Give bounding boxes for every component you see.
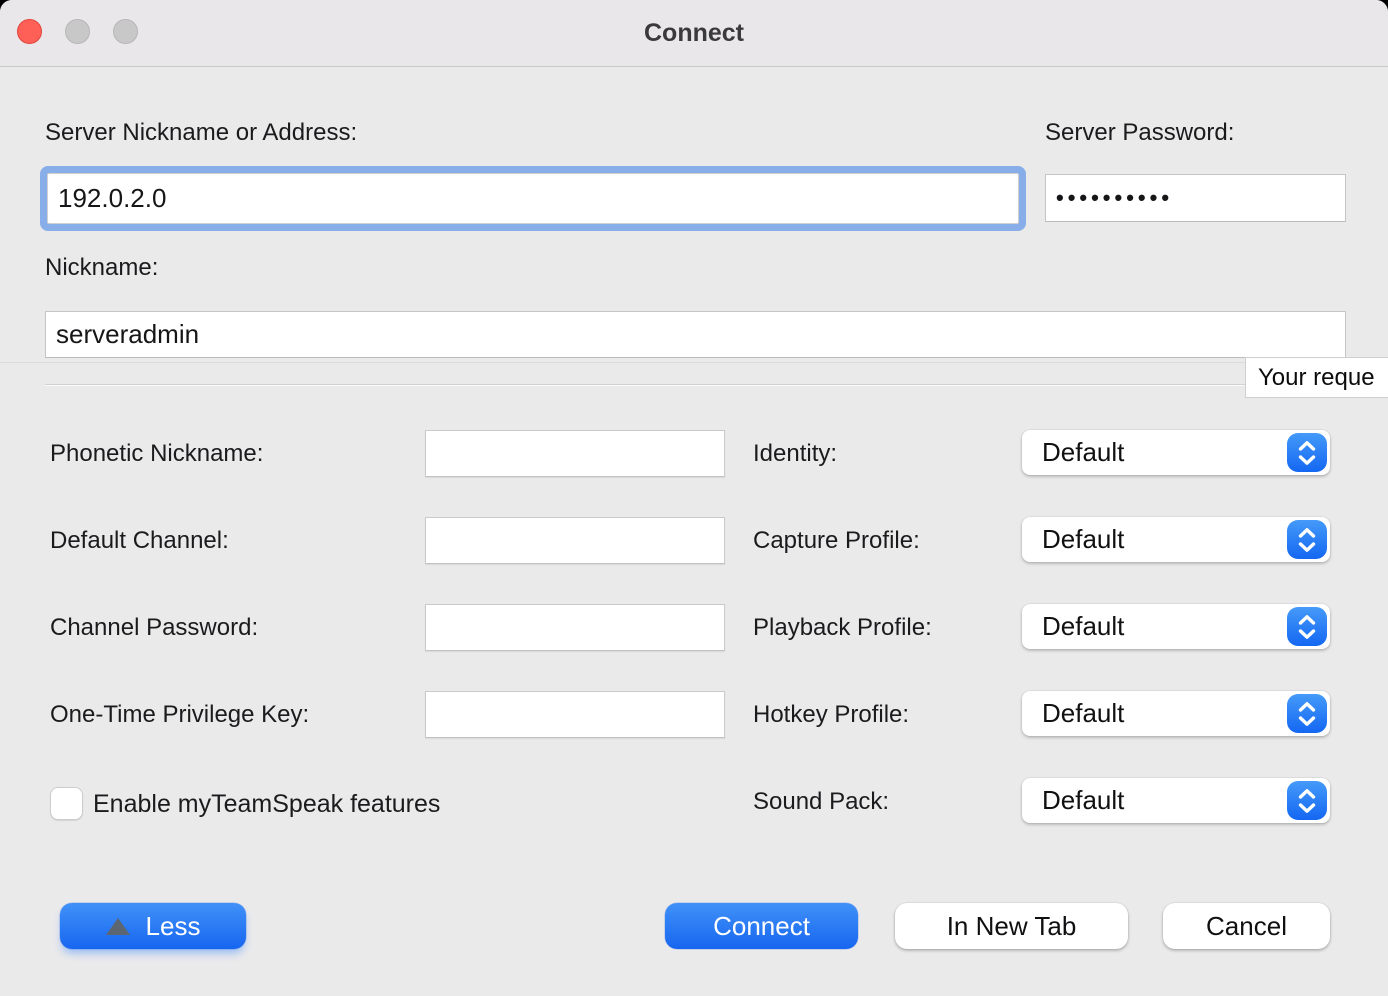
channel-password-input[interactable] [425,604,725,651]
capture-profile-dropdown[interactable]: Default [1022,517,1330,562]
section-divider [0,362,1388,363]
privilege-key-label: One-Time Privilege Key: [50,701,309,729]
minimize-button [65,19,90,44]
cancel-button-label: Cancel [1206,911,1287,942]
in-new-tab-button[interactable]: In New Tab [895,903,1128,949]
hotkey-profile-dropdown-value: Default [1022,698,1330,729]
server-address-input[interactable] [47,173,1019,224]
connect-button-label: Connect [713,911,810,942]
identity-dropdown[interactable]: Default [1022,430,1330,475]
updown-chevrons-icon [1287,433,1327,472]
zoom-button [113,19,138,44]
hotkey-profile-label: Hotkey Profile: [753,701,909,729]
server-password-input[interactable] [1045,174,1346,222]
collapse-triangle-icon [106,918,130,935]
updown-chevrons-icon [1287,694,1327,733]
default-channel-input[interactable] [425,517,725,564]
server-address-label: Server Nickname or Address: [45,119,357,147]
tooltip: Your reque [1245,357,1388,398]
nickname-label: Nickname: [45,254,158,282]
nickname-input[interactable] [45,311,1346,358]
playback-profile-dropdown[interactable]: Default [1022,604,1330,649]
connect-dialog: Connect Server Nickname or Address: Serv… [0,0,1388,996]
sound-pack-label: Sound Pack: [753,788,889,816]
connect-button[interactable]: Connect [665,903,858,949]
separator-groove [45,384,1346,386]
in-new-tab-button-label: In New Tab [947,911,1077,942]
enable-myteamspeak-checkbox[interactable] [50,787,83,820]
window-title: Connect [0,0,1388,66]
sound-pack-dropdown[interactable]: Default [1022,778,1330,823]
capture-profile-label: Capture Profile: [753,527,920,555]
hotkey-profile-dropdown[interactable]: Default [1022,691,1330,736]
channel-password-label: Channel Password: [50,614,258,642]
identity-dropdown-value: Default [1022,437,1330,468]
phonetic-nickname-input[interactable] [425,430,725,477]
close-button[interactable] [17,19,42,44]
identity-label: Identity: [753,440,837,468]
server-address-focus-ring [40,166,1026,231]
less-button[interactable]: Less [60,903,246,949]
phonetic-nickname-label: Phonetic Nickname: [50,440,263,468]
title-bar[interactable]: Connect [0,0,1388,67]
capture-profile-dropdown-value: Default [1022,524,1330,555]
playback-profile-label: Playback Profile: [753,614,932,642]
default-channel-label: Default Channel: [50,527,229,555]
updown-chevrons-icon [1287,607,1327,646]
updown-chevrons-icon [1287,520,1327,559]
playback-profile-dropdown-value: Default [1022,611,1330,642]
server-password-label: Server Password: [1045,119,1234,147]
updown-chevrons-icon [1287,781,1327,820]
cancel-button[interactable]: Cancel [1163,903,1330,949]
enable-myteamspeak-label: Enable myTeamSpeak features [93,790,440,819]
sound-pack-dropdown-value: Default [1022,785,1330,816]
less-button-label: Less [146,911,201,942]
privilege-key-input[interactable] [425,691,725,738]
